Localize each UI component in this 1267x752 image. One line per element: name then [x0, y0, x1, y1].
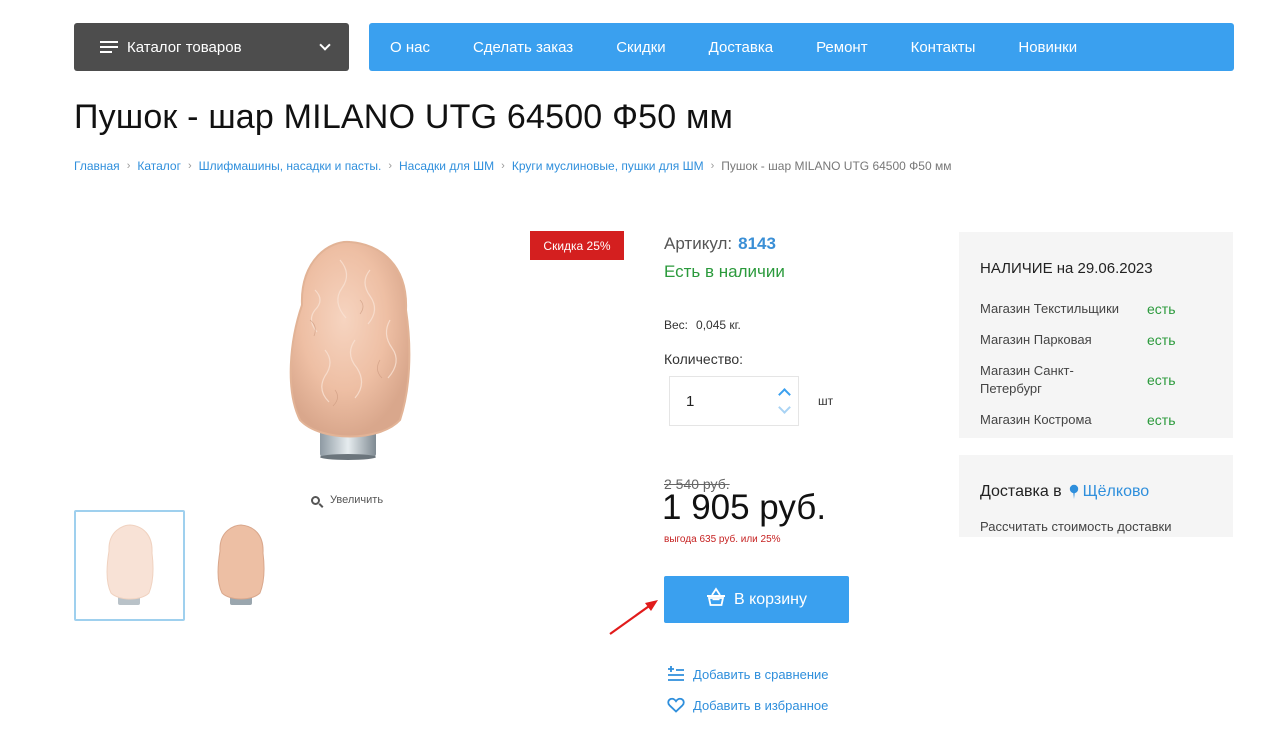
store-name: Магазин Парковая — [980, 332, 1092, 347]
basket-icon — [706, 587, 726, 612]
thumbnail-image — [106, 523, 153, 605]
store-status: есть — [1147, 412, 1176, 428]
top-navigation: О нас Сделать заказ Скидки Доставка Ремо… — [369, 23, 1234, 71]
store-status: есть — [1147, 301, 1176, 317]
store-row: Магазин Кострома есть — [980, 411, 1220, 429]
store-status: есть — [1147, 332, 1176, 348]
quantity-stepper — [669, 376, 799, 426]
menu-icon — [100, 41, 118, 53]
store-status: есть — [1147, 372, 1176, 388]
breadcrumb-attachments[interactable]: Насадки для ШМ — [399, 159, 494, 173]
sku-line: Артикул: 8143 — [664, 234, 776, 254]
location-pin-icon — [1069, 484, 1079, 500]
annotation-arrow-icon — [609, 600, 658, 635]
weight-line: Вес: 0,045 кг. — [664, 318, 741, 332]
catalog-menu-label: Каталог товаров — [127, 38, 242, 56]
store-row: Магазин Текстильщики есть — [980, 300, 1220, 318]
wool-ball-image — [289, 240, 411, 460]
saving-text: выгода 635 руб. или 25% — [664, 534, 781, 545]
delivery-title: Доставка в Щёлково — [980, 483, 1149, 501]
sku-value: 8143 — [738, 234, 776, 253]
product-image[interactable] — [240, 230, 460, 470]
delivery-label: Доставка в — [980, 483, 1062, 500]
add-to-cart-label: В корзину — [733, 590, 808, 608]
catalog-menu-button[interactable]: Каталог товаров — [74, 23, 349, 71]
chevron-down-icon[interactable] — [778, 401, 791, 414]
delivery-city-link[interactable]: Щёлково — [1083, 483, 1150, 501]
chevron-down-icon — [319, 39, 331, 51]
zoom-link[interactable]: Увеличить — [311, 494, 383, 506]
thumbnail-1[interactable] — [74, 510, 185, 621]
quantity-input[interactable] — [670, 377, 760, 425]
heart-icon — [667, 697, 685, 713]
stock-status: Есть в наличии — [664, 262, 785, 281]
breadcrumb: Главная › Каталог › Шлифмашины, насадки … — [74, 159, 951, 173]
breadcrumb-separator-icon: › — [501, 160, 505, 172]
delivery-panel: Доставка в Щёлково Рассчитать стоимость … — [959, 455, 1233, 537]
chevron-up-icon[interactable] — [778, 388, 791, 401]
store-row: Магазин Санкт-Петербург есть — [980, 362, 1220, 398]
nav-new[interactable]: Новинки — [1018, 39, 1077, 56]
compare-label: Добавить в сравнение — [693, 666, 829, 682]
sku-label: Артикул: — [664, 234, 733, 253]
nav-discounts[interactable]: Скидки — [616, 39, 665, 56]
page-title: Пушок - шар MILANO UTG 64500 Ф50 мм — [74, 98, 734, 136]
nav-repair[interactable]: Ремонт — [816, 39, 868, 56]
nav-delivery[interactable]: Доставка — [709, 39, 773, 56]
favorites-label: Добавить в избранное — [693, 697, 829, 713]
add-to-compare-link[interactable]: Добавить в сравнение — [667, 665, 829, 683]
breadcrumb-separator-icon: › — [187, 160, 192, 172]
availability-panel: НАЛИЧИЕ на 29.06.2023 Магазин Текстильщи… — [959, 232, 1233, 438]
add-to-favorites-link[interactable]: Добавить в избранное — [667, 697, 828, 713]
search-icon — [311, 495, 320, 505]
quantity-unit: шт — [818, 394, 834, 408]
current-price: 1 905 руб. — [662, 488, 827, 527]
add-to-cart-button[interactable]: В корзину — [664, 576, 849, 623]
nav-order[interactable]: Сделать заказ — [473, 39, 573, 56]
delivery-calc-link[interactable]: Рассчитать стоимость доставки — [980, 519, 1171, 534]
sale-badge: Скидка 25% — [530, 231, 624, 260]
store-name: Магазин Текстильщики — [980, 301, 1120, 316]
breadcrumb-sanders[interactable]: Шлифмашины, насадки и пасты. — [199, 159, 382, 173]
thumbnail-2[interactable] — [185, 510, 296, 621]
thumbnail-image — [217, 523, 264, 605]
breadcrumb-separator-icon: › — [388, 160, 393, 172]
nav-about[interactable]: О нас — [390, 39, 430, 56]
weight-value: 0,045 кг. — [696, 318, 741, 332]
store-name: Магазин Санкт-Петербург — [980, 363, 1074, 396]
breadcrumb-muslin-wheels[interactable]: Круги муслиновые, пушки для ШМ — [512, 159, 704, 173]
zoom-label: Увеличить — [330, 494, 384, 506]
breadcrumb-current: Пушок - шар MILANO UTG 64500 Ф50 мм — [721, 159, 952, 173]
store-row: Магазин Парковая есть — [980, 331, 1220, 349]
compare-icon — [667, 665, 685, 683]
quantity-label: Количество: — [664, 351, 744, 367]
breadcrumb-home[interactable]: Главная — [74, 159, 120, 173]
nav-contacts[interactable]: Контакты — [911, 39, 976, 56]
breadcrumb-separator-icon: › — [710, 160, 715, 172]
store-name: Магазин Кострома — [980, 412, 1092, 427]
weight-label: Вес: — [664, 318, 689, 332]
availability-title: НАЛИЧИЕ на 29.06.2023 — [980, 260, 1153, 277]
breadcrumb-separator-icon: › — [126, 160, 131, 172]
breadcrumb-catalog[interactable]: Каталог — [137, 159, 181, 173]
